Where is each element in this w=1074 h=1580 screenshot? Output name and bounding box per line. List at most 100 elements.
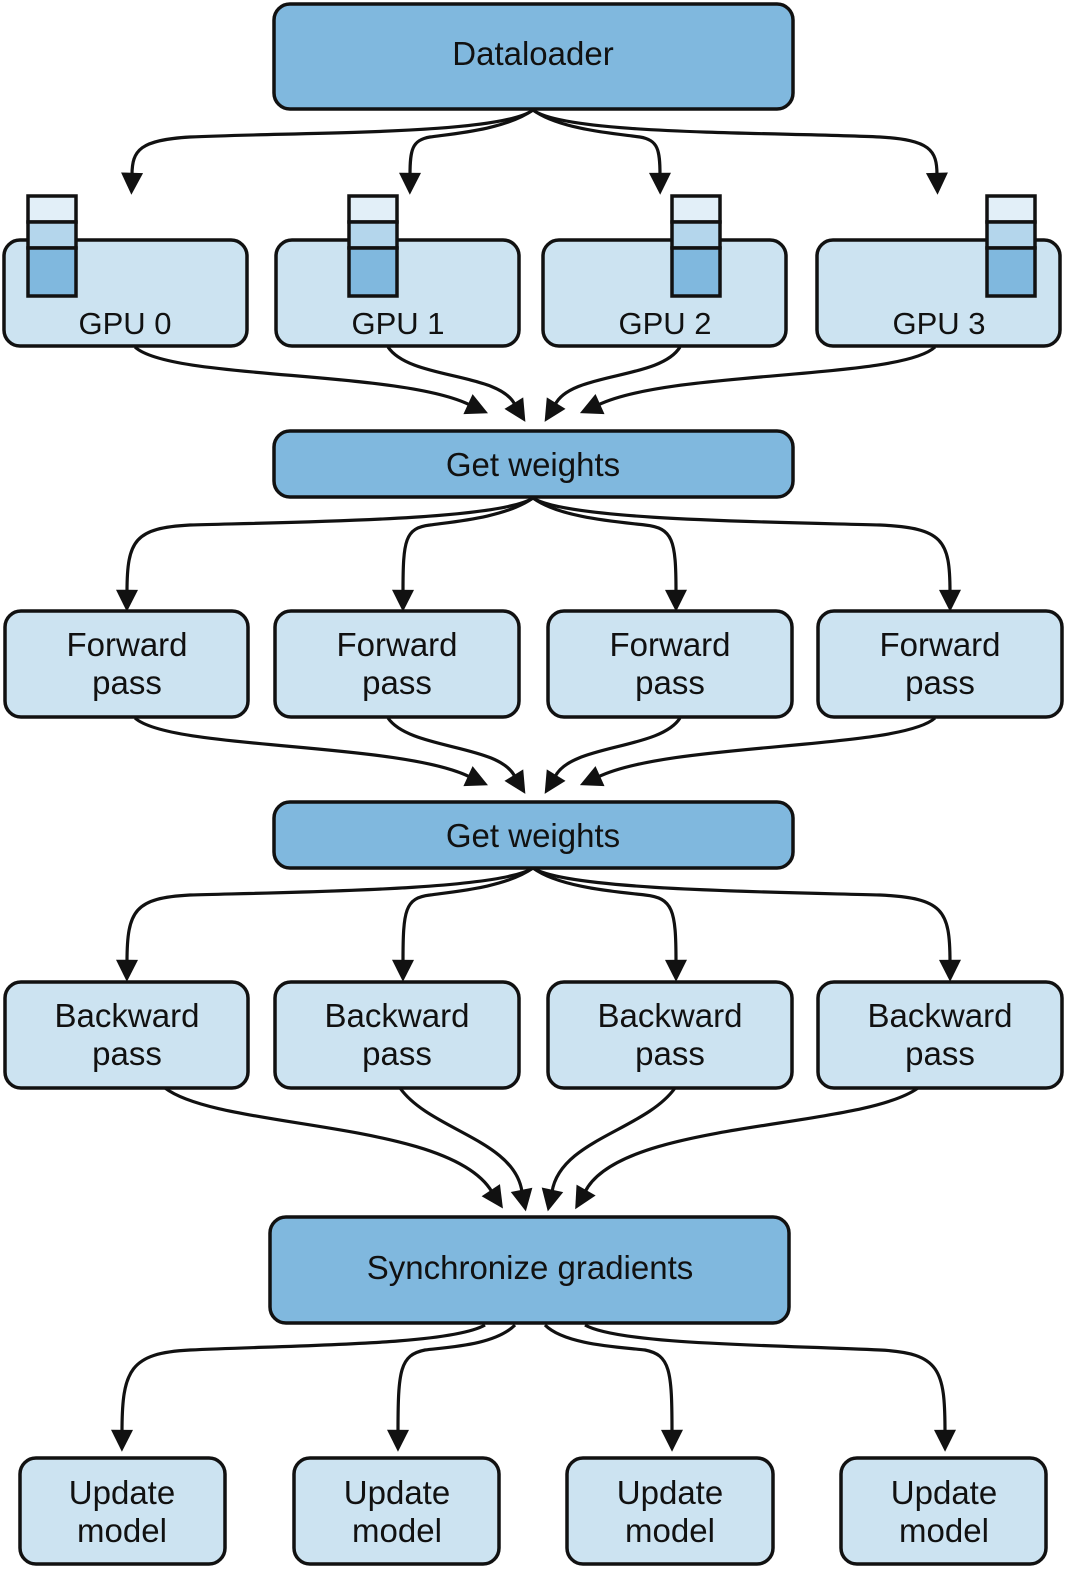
forward-label-line1: Forward [66,626,187,663]
edge-dataloader-gpu0 [130,108,534,176]
arrowhead-icon [387,1429,410,1452]
gpu-node-1: GPU 1 [274,194,521,348]
edge-backward0-sync [164,1086,494,1193]
forward-node-2: Forward pass [546,609,794,719]
edge-backward2-sync [550,1087,677,1193]
arrowhead-icon [544,769,566,794]
gpu-label: GPU 3 [892,306,985,341]
backward-row: Backward pass Backward pass Backward pas… [3,980,1064,1090]
update-node-0: Update model [18,1456,227,1566]
edge-sync-update0 [120,1323,486,1433]
backward-node-0: Backward pass [3,980,250,1090]
gpu-row: GPU 0 GPU 1 GPU 2 GPU 3 [2,194,1062,348]
arrowhead-icon [392,589,415,612]
arrowhead-icon [116,959,139,982]
forward-node-1: Forward pass [273,609,521,719]
arrowhead-icon [399,172,422,195]
edge-backward3-sync [583,1086,919,1193]
backward-label-line2: pass [905,1035,975,1072]
forward-label-line2: pass [635,664,705,701]
edge-getweights1-forward3 [532,496,952,593]
dataloader-node: Dataloader [272,2,795,111]
forward-node-3: Forward pass [816,609,1064,719]
backward-label-line2: pass [635,1035,705,1072]
update-row: Update model Update model Update model U… [18,1456,1048,1566]
sync-gradients-node: Synchronize gradients [268,1215,791,1325]
sync-gradients-label: Synchronize gradients [367,1249,694,1286]
edge-getweights1-forward0 [125,496,534,593]
arrowhead-icon [933,1429,956,1452]
arrowhead-icon [544,397,566,422]
get-weights-label: Get weights [446,817,620,854]
dataloader-label: Dataloader [452,35,613,72]
update-label-line1: Update [69,1474,175,1511]
update-label-line2: model [352,1512,442,1549]
update-node-3: Update model [839,1456,1048,1566]
backward-node-3: Backward pass [816,980,1064,1090]
backward-label-line1: Backward [325,997,470,1034]
gpu-node-0: GPU 0 [2,194,249,348]
arrowhead-icon [938,589,961,612]
arrowhead-icon [664,959,687,982]
backward-label-line2: pass [92,1035,162,1072]
arrowhead-icon [660,1429,683,1452]
edge-dataloader-gpu3 [532,108,939,176]
update-label-line1: Update [344,1474,450,1511]
data-batch-icon [347,194,399,298]
arrowhead-icon [481,1184,503,1209]
data-batch-icon [985,194,1037,298]
gpu-node-3: GPU 3 [815,194,1062,348]
gpu-label: GPU 1 [351,306,444,341]
edge-sync-update2 [543,1323,674,1433]
backward-label-line1: Backward [55,997,200,1034]
update-node-2: Update model [565,1456,775,1566]
forward-label-line2: pass [92,664,162,701]
arrowhead-icon [510,1187,533,1212]
forward-label-line1: Forward [336,626,457,663]
arrowhead-icon [121,172,144,195]
update-label-line2: model [899,1512,989,1549]
gpu-label: GPU 0 [78,306,171,341]
backward-label-line1: Backward [598,997,743,1034]
get-weights-node-2: Get weights [272,800,795,870]
arrowhead-icon [504,769,526,794]
update-label-line1: Update [617,1474,723,1511]
update-label-line2: model [77,1512,167,1549]
data-batch-icon [26,194,78,298]
arrowhead-icon [541,1187,564,1212]
arrowhead-icon [392,959,415,982]
edge-gpu3-getweights1 [597,345,937,407]
edge-forward0-getweights2 [133,716,471,779]
arrowhead-icon [116,589,139,612]
get-weights-node-1: Get weights [272,429,795,499]
edge-forward3-getweights2 [597,716,937,779]
update-node-1: Update model [292,1456,501,1566]
arrowhead-icon [664,589,687,612]
forward-node-0: Forward pass [3,609,250,719]
arrowhead-icon [504,397,526,422]
arrowhead-icon [648,172,671,195]
edge-getweights2-backward0 [125,866,534,963]
forward-row: Forward pass Forward pass Forward pass F… [3,609,1064,719]
forward-label-line2: pass [905,664,975,701]
get-weights-label: Get weights [446,446,620,483]
backward-label-line2: pass [362,1035,432,1072]
edge-getweights2-backward3 [532,866,952,963]
backward-label-line1: Backward [868,997,1013,1034]
update-label-line2: model [625,1512,715,1549]
forward-label-line1: Forward [609,626,730,663]
gpu-node-2: GPU 2 [541,194,788,348]
backward-node-2: Backward pass [546,980,794,1090]
edge-sync-update3 [584,1323,947,1433]
edge-sync-update1 [396,1323,517,1433]
arrowhead-icon [925,172,948,195]
backward-node-1: Backward pass [273,980,521,1090]
arrowhead-icon [111,1429,134,1452]
edge-dataloader-gpu1 [408,108,534,176]
edge-dataloader-gpu2 [532,108,662,176]
data-parallel-diagram: Dataloader GPU 0 GPU 1 GPU 2 GPU 3 Get w… [2,2,1064,1566]
forward-label-line2: pass [362,664,432,701]
update-label-line1: Update [891,1474,997,1511]
forward-label-line1: Forward [879,626,1000,663]
arrowhead-icon [938,959,961,982]
